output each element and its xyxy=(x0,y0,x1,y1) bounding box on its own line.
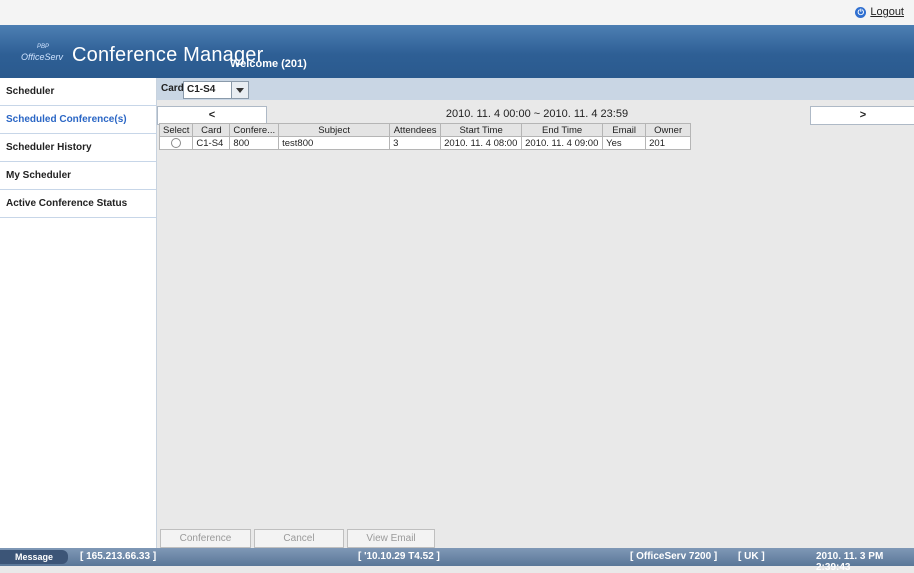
col-card[interactable]: Card xyxy=(192,123,231,137)
date-navigation: < 2010. 11. 4 00:00 ~ 2010. 11. 4 23:59 … xyxy=(157,106,914,125)
col-email[interactable]: Email xyxy=(602,123,647,137)
status-ip: [ 165.213.66.33 ] xyxy=(80,551,157,562)
card-select-value: C1-S4 xyxy=(187,84,216,95)
brand-sup: PBP xyxy=(37,44,50,50)
col-end-time[interactable]: End Time xyxy=(521,123,604,137)
col-conference[interactable]: Confere... xyxy=(229,123,280,137)
col-attendees[interactable]: Attendees xyxy=(389,123,442,137)
table-header-row: Select Card Confere... Subject Attendees… xyxy=(158,123,692,137)
sidebar-item-active-conference-status[interactable]: Active Conference Status xyxy=(0,190,156,218)
sidebar-item-scheduled-conferences[interactable]: Scheduled Conference(s) xyxy=(0,106,156,134)
cell-card: C1-S4 xyxy=(192,136,231,150)
cell-start-time: 2010. 11. 4 08:00 xyxy=(440,136,523,150)
status-bar: Message [ 165.213.66.33 ] [ '10.10.29 T4… xyxy=(0,548,914,573)
cell-subject: test800 xyxy=(278,136,391,150)
col-start-time[interactable]: Start Time xyxy=(440,123,523,137)
status-locale: [ UK ] xyxy=(738,551,765,562)
sidebar-item-scheduler[interactable]: Scheduler xyxy=(0,78,156,106)
message-tag: Message xyxy=(0,550,68,564)
brand-name: OfficeServ xyxy=(21,52,64,62)
card-select[interactable]: C1-S4 xyxy=(183,81,249,99)
cell-attendees: 3 xyxy=(389,136,442,150)
action-buttons: Conference Details Cancel Reservation Vi… xyxy=(160,529,435,561)
row-select-radio[interactable] xyxy=(171,137,182,148)
sidebar-item-my-scheduler[interactable]: My Scheduler xyxy=(0,162,156,190)
logout-label: Logout xyxy=(870,6,904,18)
logout-link[interactable]: ⏻ Logout xyxy=(855,6,904,18)
col-owner[interactable]: Owner xyxy=(645,123,692,137)
cell-conference: 800 xyxy=(229,136,280,150)
cell-owner: 201 xyxy=(645,136,692,150)
cell-email: Yes xyxy=(602,136,647,150)
status-system: [ OfficeServ 7200 ] xyxy=(630,551,718,562)
cell-end-time: 2010. 11. 4 09:00 xyxy=(521,136,604,150)
power-icon: ⏻ xyxy=(855,6,867,18)
col-select[interactable]: Select xyxy=(158,123,194,137)
status-datetime: 2010. 11. 3 PM 2:39:43 xyxy=(816,551,884,573)
row-select-cell xyxy=(158,136,194,150)
date-range: 2010. 11. 4 00:00 ~ 2010. 11. 4 23:59 xyxy=(445,108,629,120)
card-label: Card xyxy=(161,83,184,94)
chevron-down-icon[interactable] xyxy=(231,82,248,98)
conference-table: Select Card Confere... Subject Attendees… xyxy=(158,123,692,150)
cancel-reservation-button[interactable]: Cancel Reservation xyxy=(254,529,344,561)
card-filter-bar: Card C1-S4 xyxy=(157,78,914,100)
sidebar-item-scheduler-history[interactable]: Scheduler History xyxy=(0,134,156,162)
conference-details-button[interactable]: Conference Details xyxy=(160,529,251,561)
sidebar: Scheduler Scheduled Conference(s) Schedu… xyxy=(0,78,157,548)
next-day-button[interactable]: > xyxy=(810,106,914,125)
brand-logo: PBP OfficeServ xyxy=(21,44,64,62)
table-row[interactable]: C1-S4 800 test800 3 2010. 11. 4 08:00 20… xyxy=(158,136,692,150)
view-email-button[interactable]: View Email xyxy=(347,529,435,548)
top-bar: ⏻ Logout xyxy=(0,0,914,25)
app-header: PBP OfficeServ Conference Manager Welcom… xyxy=(0,25,914,78)
welcome-text: Welcome (201) xyxy=(230,58,307,70)
status-version: [ '10.10.29 T4.52 ] xyxy=(358,551,440,562)
col-subject[interactable]: Subject xyxy=(278,123,391,137)
